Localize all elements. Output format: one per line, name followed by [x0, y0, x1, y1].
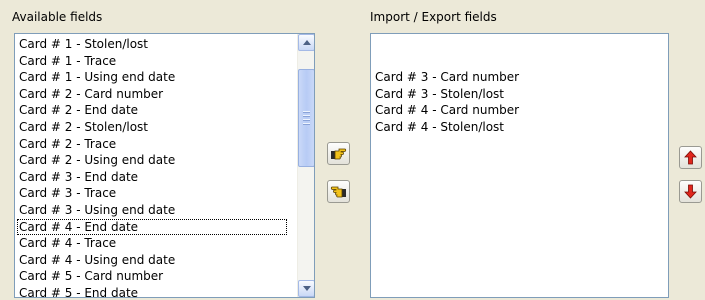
scroll-up-arrow-icon — [302, 40, 311, 45]
thumb-grip — [303, 115, 310, 117]
list-item[interactable]: Card # 1 - Stolen/lost — [17, 36, 287, 53]
list-item[interactable]: Card # 4 - Using end date — [17, 252, 287, 269]
available-fields-items: Card # 1 - Stolen/lost Card # 1 - Trace Ca… — [17, 36, 287, 297]
list-item[interactable]: Card # 3 - Using end date — [17, 202, 287, 219]
thumb-grip — [303, 111, 310, 113]
list-item[interactable]: Card # 4 - Card number — [373, 102, 521, 119]
list-item[interactable]: Card # 4 - Trace — [17, 235, 287, 252]
list-item[interactable]: Card # 1 - Using end date — [17, 69, 287, 86]
list-item[interactable] — [373, 53, 521, 70]
hand-pointing-left-icon — [330, 186, 346, 198]
list-item[interactable]: Card # 2 - Card number — [17, 86, 287, 103]
list-item[interactable]: Card # 3 - End date — [17, 169, 287, 186]
list-item[interactable]: Card # 2 - End date — [17, 102, 287, 119]
available-fields-listbox[interactable]: Card # 1 - Stolen/lost Card # 1 - Trace Ca… — [14, 33, 315, 298]
list-item[interactable]: Card # 5 - End date — [17, 285, 287, 297]
available-fields-scrollbar[interactable] — [297, 34, 314, 297]
list-item[interactable]: Card # 3 - Card number — [373, 69, 521, 86]
thumb-grip — [303, 123, 310, 125]
remove-field-button[interactable] — [327, 180, 350, 203]
list-item[interactable]: Card # 3 - Stolen/lost — [373, 86, 521, 103]
list-item[interactable]: Card # 2 - Stolen/lost — [17, 119, 287, 136]
move-down-button[interactable] — [679, 180, 702, 203]
list-item[interactable]: Card # 4 - End date — [17, 218, 287, 236]
scroll-down-button[interactable] — [298, 280, 314, 297]
list-item[interactable]: Card # 2 - Using end date — [17, 152, 287, 169]
add-field-button[interactable] — [327, 142, 350, 165]
red-arrow-up-icon — [684, 150, 697, 165]
import-export-fields-label: Import / Export fields — [370, 10, 497, 24]
import-export-fields-listbox[interactable]: Card # 3 - Card number Card # 3 - Stolen/… — [370, 33, 669, 298]
list-item[interactable]: Card # 5 - Card number — [17, 268, 287, 285]
scrollbar-thumb[interactable] — [298, 69, 314, 167]
list-item[interactable]: Card # 4 - Stolen/lost — [373, 119, 521, 136]
list-item[interactable] — [373, 36, 521, 53]
list-item[interactable]: Card # 3 - Trace — [17, 185, 287, 202]
list-item[interactable]: Card # 1 - Trace — [17, 53, 287, 70]
scroll-down-arrow-icon — [302, 286, 311, 291]
move-up-button[interactable] — [679, 146, 702, 169]
hand-pointing-right-icon — [331, 148, 347, 160]
red-arrow-down-icon — [684, 184, 697, 199]
list-item[interactable]: Card # 2 - Trace — [17, 136, 287, 153]
available-fields-label: Available fields — [12, 10, 103, 24]
thumb-grip — [303, 119, 310, 121]
scroll-up-button[interactable] — [298, 34, 314, 51]
import-export-fields-items: Card # 3 - Card number Card # 3 - Stolen/… — [373, 36, 521, 136]
